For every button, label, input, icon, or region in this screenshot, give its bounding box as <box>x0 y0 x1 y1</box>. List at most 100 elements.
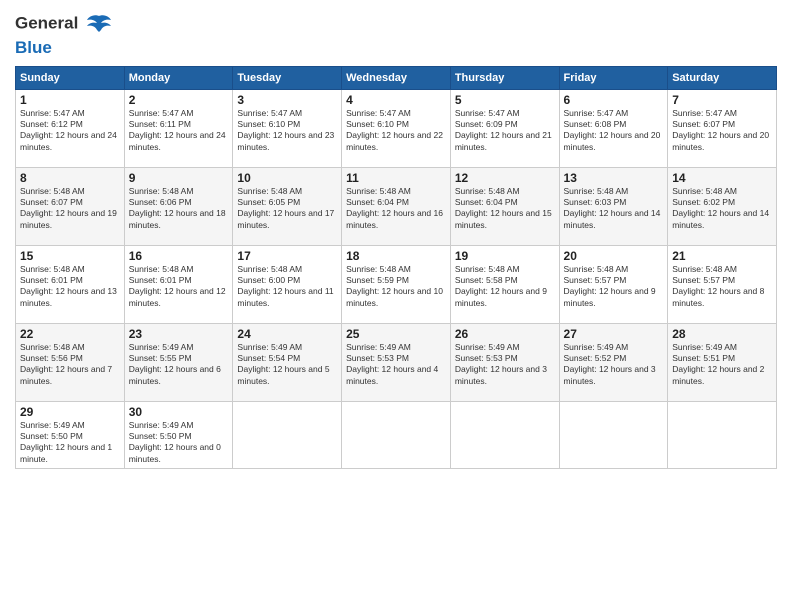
calendar-cell: 18 Sunrise: 5:48 AM Sunset: 5:59 PM Dayl… <box>342 245 451 323</box>
calendar-cell: 15 Sunrise: 5:48 AM Sunset: 6:01 PM Dayl… <box>16 245 125 323</box>
day-detail: Sunrise: 5:49 AM Sunset: 5:53 PM Dayligh… <box>346 342 446 388</box>
day-number: 10 <box>237 171 337 185</box>
calendar-cell <box>233 401 342 469</box>
calendar-cell: 30 Sunrise: 5:49 AM Sunset: 5:50 PM Dayl… <box>124 401 233 469</box>
day-detail: Sunrise: 5:48 AM Sunset: 6:05 PM Dayligh… <box>237 186 337 232</box>
calendar-cell: 8 Sunrise: 5:48 AM Sunset: 6:07 PM Dayli… <box>16 167 125 245</box>
calendar-cell: 16 Sunrise: 5:48 AM Sunset: 6:01 PM Dayl… <box>124 245 233 323</box>
day-number: 24 <box>237 327 337 341</box>
day-number: 15 <box>20 249 120 263</box>
day-detail: Sunrise: 5:47 AM Sunset: 6:10 PM Dayligh… <box>346 108 446 154</box>
day-detail: Sunrise: 5:47 AM Sunset: 6:08 PM Dayligh… <box>564 108 664 154</box>
header: General Blue <box>15 10 777 58</box>
day-number: 9 <box>129 171 229 185</box>
day-number: 14 <box>672 171 772 185</box>
day-detail: Sunrise: 5:47 AM Sunset: 6:09 PM Dayligh… <box>455 108 555 154</box>
day-number: 27 <box>564 327 664 341</box>
logo-blue: Blue <box>15 38 113 58</box>
day-detail: Sunrise: 5:48 AM Sunset: 6:03 PM Dayligh… <box>564 186 664 232</box>
weekday-header-sunday: Sunday <box>16 66 125 89</box>
day-number: 16 <box>129 249 229 263</box>
calendar-header-row: SundayMondayTuesdayWednesdayThursdayFrid… <box>16 66 777 89</box>
calendar-cell: 2 Sunrise: 5:47 AM Sunset: 6:11 PM Dayli… <box>124 89 233 167</box>
day-number: 4 <box>346 93 446 107</box>
day-number: 11 <box>346 171 446 185</box>
day-number: 26 <box>455 327 555 341</box>
day-number: 30 <box>129 405 229 419</box>
calendar-cell: 4 Sunrise: 5:47 AM Sunset: 6:10 PM Dayli… <box>342 89 451 167</box>
calendar-cell: 28 Sunrise: 5:49 AM Sunset: 5:51 PM Dayl… <box>668 323 777 401</box>
calendar-cell: 22 Sunrise: 5:48 AM Sunset: 5:56 PM Dayl… <box>16 323 125 401</box>
day-detail: Sunrise: 5:48 AM Sunset: 6:06 PM Dayligh… <box>129 186 229 232</box>
day-number: 5 <box>455 93 555 107</box>
day-detail: Sunrise: 5:49 AM Sunset: 5:50 PM Dayligh… <box>20 420 120 466</box>
calendar-cell: 23 Sunrise: 5:49 AM Sunset: 5:55 PM Dayl… <box>124 323 233 401</box>
calendar-cell <box>668 401 777 469</box>
day-number: 25 <box>346 327 446 341</box>
day-number: 18 <box>346 249 446 263</box>
calendar-cell: 3 Sunrise: 5:47 AM Sunset: 6:10 PM Dayli… <box>233 89 342 167</box>
day-number: 3 <box>237 93 337 107</box>
day-detail: Sunrise: 5:49 AM Sunset: 5:51 PM Dayligh… <box>672 342 772 388</box>
day-detail: Sunrise: 5:48 AM Sunset: 6:02 PM Dayligh… <box>672 186 772 232</box>
day-number: 1 <box>20 93 120 107</box>
day-detail: Sunrise: 5:48 AM Sunset: 5:57 PM Dayligh… <box>564 264 664 310</box>
calendar-cell: 10 Sunrise: 5:48 AM Sunset: 6:05 PM Dayl… <box>233 167 342 245</box>
calendar-cell: 1 Sunrise: 5:47 AM Sunset: 6:12 PM Dayli… <box>16 89 125 167</box>
day-detail: Sunrise: 5:47 AM Sunset: 6:07 PM Dayligh… <box>672 108 772 154</box>
calendar-body: 1 Sunrise: 5:47 AM Sunset: 6:12 PM Dayli… <box>16 89 777 469</box>
day-detail: Sunrise: 5:49 AM Sunset: 5:54 PM Dayligh… <box>237 342 337 388</box>
day-detail: Sunrise: 5:49 AM Sunset: 5:52 PM Dayligh… <box>564 342 664 388</box>
day-detail: Sunrise: 5:48 AM Sunset: 6:04 PM Dayligh… <box>455 186 555 232</box>
day-number: 8 <box>20 171 120 185</box>
calendar-cell <box>559 401 668 469</box>
calendar-cell <box>450 401 559 469</box>
day-detail: Sunrise: 5:49 AM Sunset: 5:50 PM Dayligh… <box>129 420 229 466</box>
weekday-header-thursday: Thursday <box>450 66 559 89</box>
day-detail: Sunrise: 5:48 AM Sunset: 5:56 PM Dayligh… <box>20 342 120 388</box>
day-number: 19 <box>455 249 555 263</box>
day-number: 29 <box>20 405 120 419</box>
weekday-header-tuesday: Tuesday <box>233 66 342 89</box>
day-detail: Sunrise: 5:48 AM Sunset: 6:07 PM Dayligh… <box>20 186 120 232</box>
calendar-cell: 9 Sunrise: 5:48 AM Sunset: 6:06 PM Dayli… <box>124 167 233 245</box>
day-detail: Sunrise: 5:48 AM Sunset: 6:04 PM Dayligh… <box>346 186 446 232</box>
day-number: 23 <box>129 327 229 341</box>
day-detail: Sunrise: 5:47 AM Sunset: 6:11 PM Dayligh… <box>129 108 229 154</box>
calendar-cell: 29 Sunrise: 5:49 AM Sunset: 5:50 PM Dayl… <box>16 401 125 469</box>
calendar-table: SundayMondayTuesdayWednesdayThursdayFrid… <box>15 66 777 470</box>
day-detail: Sunrise: 5:47 AM Sunset: 6:12 PM Dayligh… <box>20 108 120 154</box>
day-detail: Sunrise: 5:49 AM Sunset: 5:55 PM Dayligh… <box>129 342 229 388</box>
weekday-header-saturday: Saturday <box>668 66 777 89</box>
logo: General Blue <box>15 10 113 58</box>
day-number: 17 <box>237 249 337 263</box>
weekday-header-friday: Friday <box>559 66 668 89</box>
day-number: 2 <box>129 93 229 107</box>
calendar-cell: 7 Sunrise: 5:47 AM Sunset: 6:07 PM Dayli… <box>668 89 777 167</box>
day-detail: Sunrise: 5:48 AM Sunset: 5:57 PM Dayligh… <box>672 264 772 310</box>
day-number: 20 <box>564 249 664 263</box>
weekday-header-wednesday: Wednesday <box>342 66 451 89</box>
day-detail: Sunrise: 5:49 AM Sunset: 5:53 PM Dayligh… <box>455 342 555 388</box>
day-number: 22 <box>20 327 120 341</box>
day-detail: Sunrise: 5:48 AM Sunset: 6:00 PM Dayligh… <box>237 264 337 310</box>
calendar-cell: 19 Sunrise: 5:48 AM Sunset: 5:58 PM Dayl… <box>450 245 559 323</box>
day-detail: Sunrise: 5:48 AM Sunset: 5:59 PM Dayligh… <box>346 264 446 310</box>
day-detail: Sunrise: 5:48 AM Sunset: 6:01 PM Dayligh… <box>20 264 120 310</box>
calendar-cell: 26 Sunrise: 5:49 AM Sunset: 5:53 PM Dayl… <box>450 323 559 401</box>
calendar-cell: 14 Sunrise: 5:48 AM Sunset: 6:02 PM Dayl… <box>668 167 777 245</box>
calendar-cell: 25 Sunrise: 5:49 AM Sunset: 5:53 PM Dayl… <box>342 323 451 401</box>
weekday-header-monday: Monday <box>124 66 233 89</box>
day-detail: Sunrise: 5:48 AM Sunset: 6:01 PM Dayligh… <box>129 264 229 310</box>
day-number: 28 <box>672 327 772 341</box>
calendar-cell: 11 Sunrise: 5:48 AM Sunset: 6:04 PM Dayl… <box>342 167 451 245</box>
day-number: 7 <box>672 93 772 107</box>
day-detail: Sunrise: 5:47 AM Sunset: 6:10 PM Dayligh… <box>237 108 337 154</box>
calendar-cell: 27 Sunrise: 5:49 AM Sunset: 5:52 PM Dayl… <box>559 323 668 401</box>
calendar-cell: 13 Sunrise: 5:48 AM Sunset: 6:03 PM Dayl… <box>559 167 668 245</box>
calendar-cell: 20 Sunrise: 5:48 AM Sunset: 5:57 PM Dayl… <box>559 245 668 323</box>
calendar-cell: 21 Sunrise: 5:48 AM Sunset: 5:57 PM Dayl… <box>668 245 777 323</box>
calendar-cell <box>342 401 451 469</box>
day-detail: Sunrise: 5:48 AM Sunset: 5:58 PM Dayligh… <box>455 264 555 310</box>
day-number: 12 <box>455 171 555 185</box>
